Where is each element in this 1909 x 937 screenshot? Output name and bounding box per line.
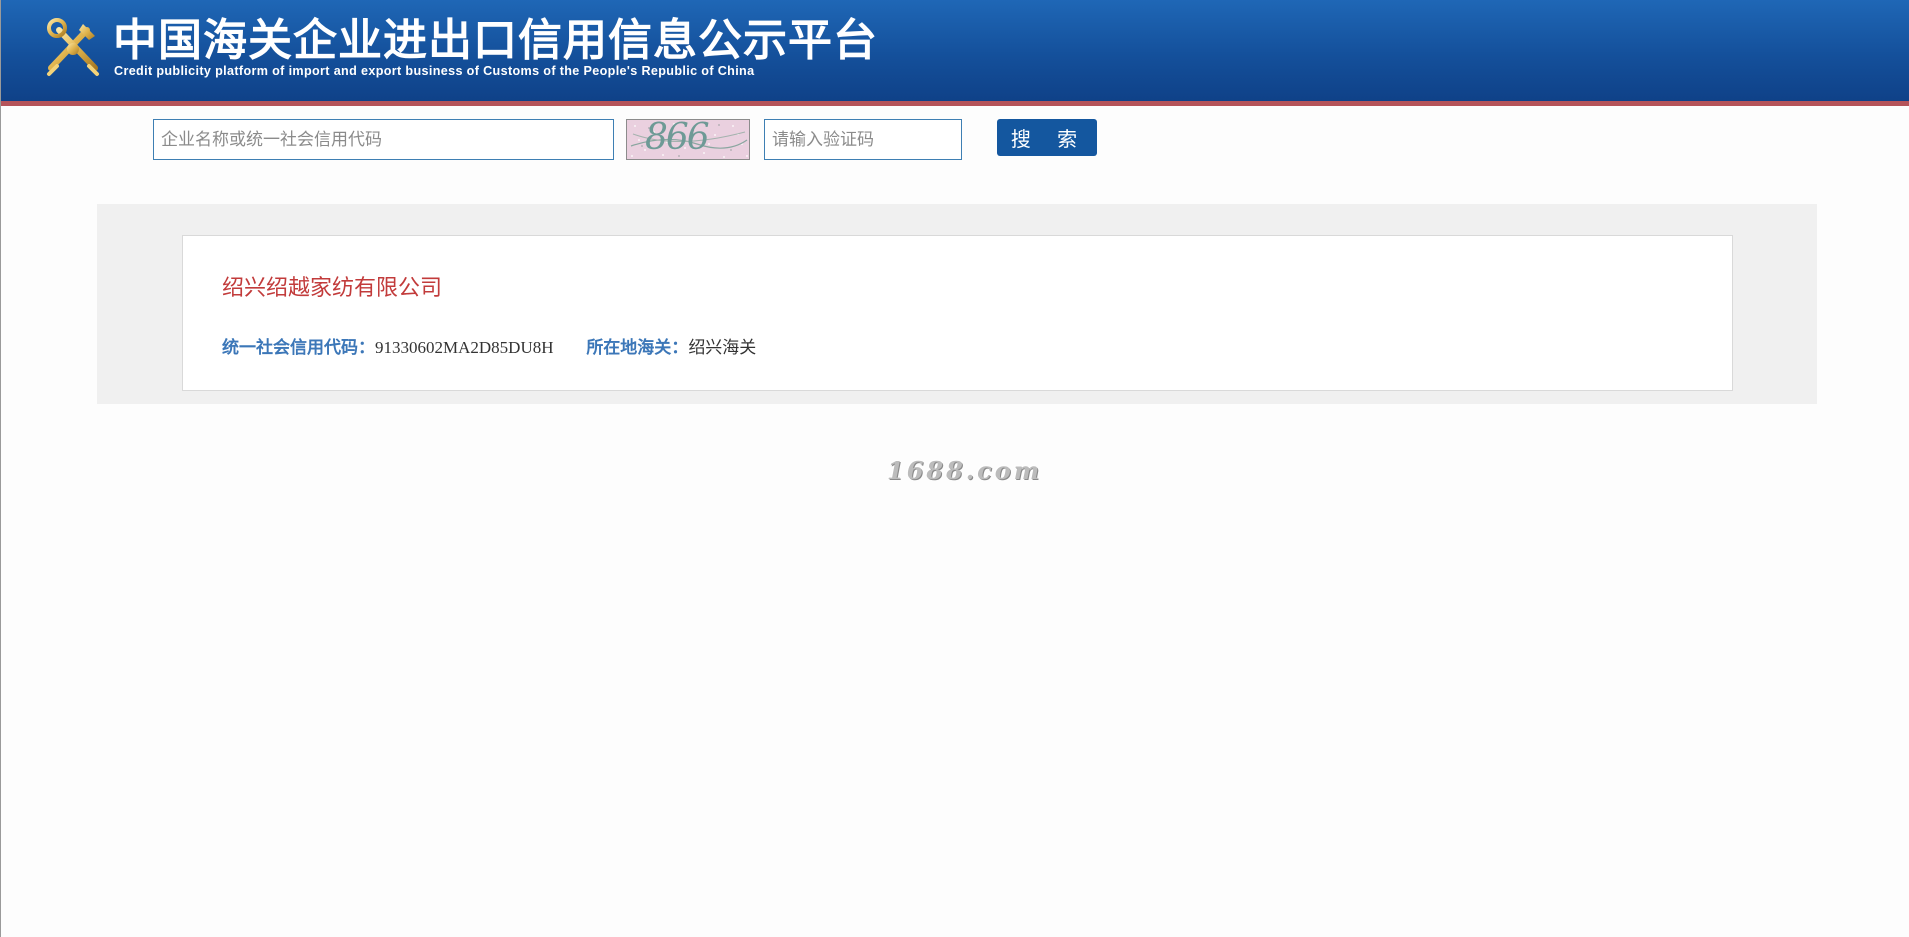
company-search-input[interactable] xyxy=(153,119,614,160)
company-name-link[interactable]: 绍兴绍越家纺有限公司 xyxy=(222,270,442,302)
results-panel: 绍兴绍越家纺有限公司 统一社会信用代码：91330602MA2D85DU8H 所… xyxy=(97,204,1817,404)
site-header: 中国海关企业进出口信用信息公示平台 Credit publicity platf… xyxy=(1,0,1909,101)
credit-code-value: 91330602MA2D85DU8H xyxy=(375,338,554,357)
customs-value: 绍兴海关 xyxy=(688,338,757,358)
search-bar: 866 搜 索 xyxy=(1,118,1909,162)
site-subtitle: Credit publicity platform of import and … xyxy=(114,64,755,78)
credit-code-label: 统一社会信用代码： xyxy=(222,338,375,358)
site-title: 中国海关企业进出口信用信息公示平台 xyxy=(113,15,878,66)
captcha-text: 866 xyxy=(645,119,710,158)
customs-emblem-icon xyxy=(47,18,99,76)
watermark: 1688.com xyxy=(887,456,1043,485)
result-card[interactable]: 绍兴绍越家纺有限公司 统一社会信用代码：91330602MA2D85DU8H 所… xyxy=(182,235,1733,391)
search-button[interactable]: 搜 索 xyxy=(997,119,1097,156)
captcha-code-input[interactable] xyxy=(764,119,962,160)
company-info-row: 统一社会信用代码：91330602MA2D85DU8H 所在地海关：绍兴海关 xyxy=(222,333,756,358)
header-accent-line xyxy=(1,101,1909,106)
customs-label: 所在地海关： xyxy=(586,338,689,358)
captcha-image[interactable]: 866 xyxy=(626,119,750,160)
